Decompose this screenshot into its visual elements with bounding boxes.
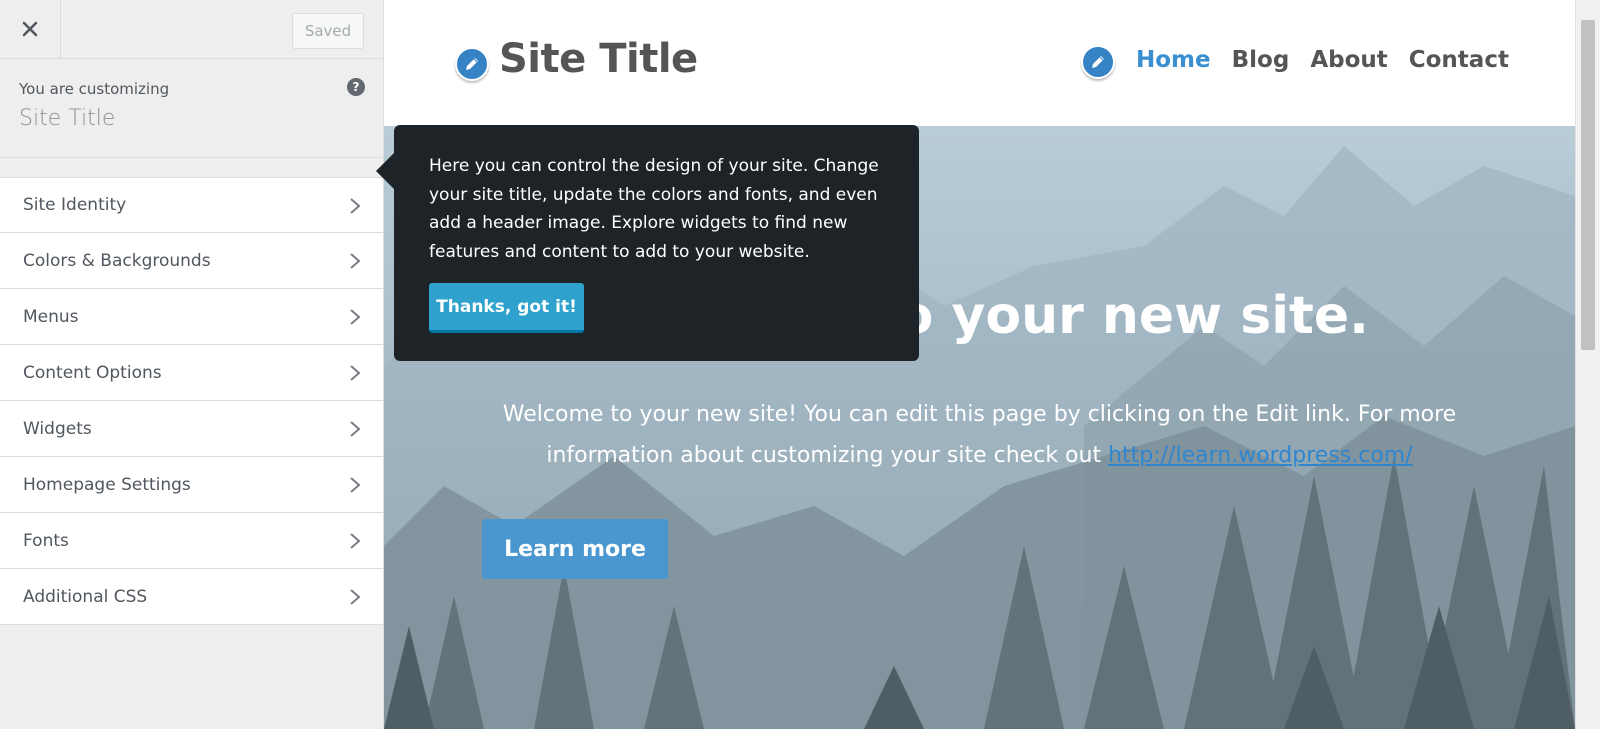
nav-item-home[interactable]: Home	[1136, 47, 1211, 73]
preview-scrollbar[interactable]	[1575, 0, 1600, 729]
help-icon[interactable]: ?	[347, 78, 365, 96]
tooltip-text: Here you can control the design of your …	[429, 156, 879, 262]
nav-item-contact[interactable]: Contact	[1409, 47, 1509, 73]
nav-item-about[interactable]: About	[1310, 47, 1387, 73]
nav-item-blog[interactable]: Blog	[1232, 47, 1290, 73]
customizer-info: You are customizing Site Title ?	[0, 59, 383, 158]
tooltip-arrow	[376, 153, 394, 189]
customizing-label: You are customizing	[19, 80, 170, 98]
customizer-header: Saved	[0, 0, 383, 59]
edit-menu-button[interactable]	[1081, 45, 1115, 79]
chevron-right-icon	[350, 253, 361, 269]
chevron-right-icon	[350, 365, 361, 381]
section-menus[interactable]: Menus	[0, 289, 383, 345]
customizer-sidebar: Saved You are customizing Site Title ? S…	[0, 0, 384, 729]
section-label: Colors & Backgrounds	[23, 250, 211, 271]
customizer-tooltip: Here you can control the design of your …	[376, 125, 919, 361]
customizing-site-title: Site Title	[19, 106, 116, 131]
learn-more-button[interactable]: Learn more	[482, 519, 668, 579]
close-icon	[22, 21, 38, 37]
section-label: Site Identity	[23, 195, 127, 215]
pencil-icon	[1092, 56, 1104, 68]
hero-text: Welcome to your new site! You can edit t…	[494, 394, 1465, 476]
site-header: Site Title Home Blog About Contact	[384, 0, 1575, 126]
edit-site-title-button[interactable]	[455, 47, 489, 81]
chevron-right-icon	[350, 198, 361, 214]
section-widgets[interactable]: Widgets	[0, 401, 383, 457]
close-customizer-button[interactable]	[0, 0, 61, 58]
section-label: Homepage Settings	[23, 474, 191, 495]
save-button[interactable]: Saved	[292, 13, 364, 49]
chevron-right-icon	[350, 421, 361, 437]
section-colors-backgrounds[interactable]: Colors & Backgrounds	[0, 233, 383, 289]
section-site-identity[interactable]: Site Identity	[0, 177, 383, 233]
chevron-right-icon	[350, 309, 361, 325]
tooltip-dismiss-button[interactable]: Thanks, got it!	[429, 283, 584, 333]
section-label: Menus	[23, 306, 79, 327]
site-title[interactable]: Site Title	[499, 36, 698, 82]
section-content-options[interactable]: Content Options	[0, 345, 383, 401]
customizer-sections: Site Identity Colors & Backgrounds Menus…	[0, 177, 383, 625]
section-label: Content Options	[23, 362, 162, 383]
pencil-icon	[466, 58, 478, 70]
learn-wordpress-link[interactable]: http://learn.wordpress.com/	[1108, 443, 1413, 468]
section-label: Additional CSS	[23, 586, 148, 607]
primary-nav: Home Blog About Contact	[1136, 47, 1530, 73]
section-fonts[interactable]: Fonts	[0, 513, 383, 569]
section-label: Fonts	[23, 530, 69, 551]
site-preview: Site Title Home Blog About Contact Welco…	[384, 0, 1575, 729]
section-additional-css[interactable]: Additional CSS	[0, 569, 383, 625]
chevron-right-icon	[350, 589, 361, 605]
chevron-right-icon	[350, 477, 361, 493]
section-label: Widgets	[23, 418, 92, 439]
scrollbar-thumb[interactable]	[1581, 20, 1595, 350]
chevron-right-icon	[350, 533, 361, 549]
section-homepage-settings[interactable]: Homepage Settings	[0, 457, 383, 513]
